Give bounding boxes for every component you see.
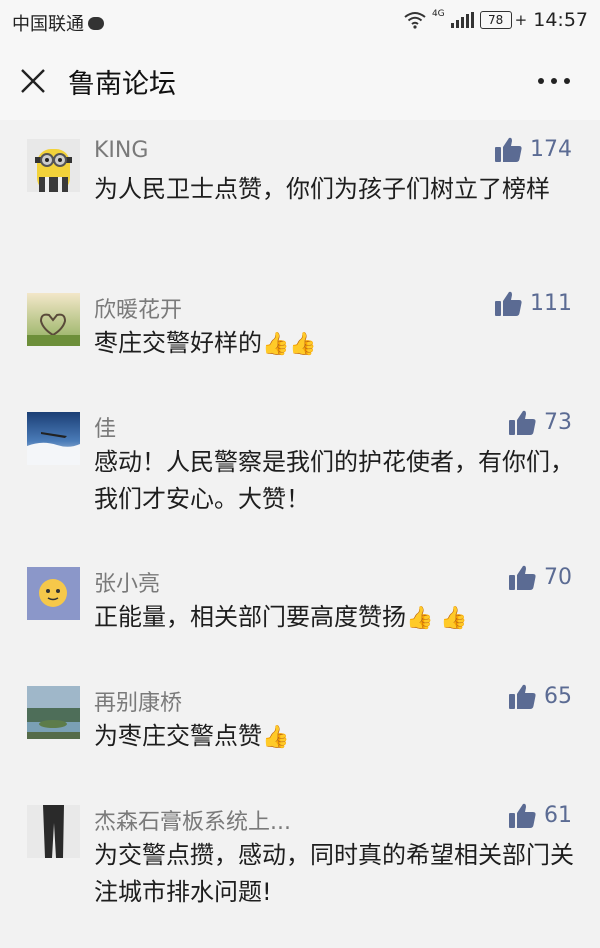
comment-text: 为枣庄交警点赞👍 bbox=[94, 718, 574, 756]
like-count: 61 bbox=[544, 803, 572, 828]
comment-text: 枣庄交警好样的👍👍 bbox=[94, 325, 574, 363]
comment-text: 感动！人民警察是我们的护花使者，有你们，我们才安心。大赞！ bbox=[94, 444, 574, 519]
avatar[interactable] bbox=[27, 567, 80, 620]
like-count: 70 bbox=[544, 565, 572, 590]
carrier-label: 中国联通 bbox=[12, 14, 84, 35]
emoji: 👍👍 bbox=[262, 332, 317, 357]
comment-body: 正能量，相关部门要高度赞扬 bbox=[94, 603, 406, 631]
like-button[interactable]: 65 bbox=[509, 684, 572, 709]
clock: 14:57 bbox=[533, 9, 588, 31]
like-count: 73 bbox=[544, 410, 572, 435]
thumbs-up-icon bbox=[509, 565, 536, 590]
avatar[interactable] bbox=[27, 412, 80, 465]
comment-body: 为交警点攒，感动，同时真的希望相关部门关注城市排水问题! bbox=[94, 841, 574, 906]
thumbs-up-icon bbox=[509, 410, 536, 435]
comment-body: 为人民卫士点赞，你们为孩子们树立了榜样 bbox=[94, 175, 550, 203]
like-count: 65 bbox=[544, 684, 572, 709]
like-button[interactable]: 61 bbox=[509, 803, 572, 828]
comment-author[interactable]: KING bbox=[94, 138, 148, 163]
thumbs-up-icon bbox=[509, 684, 536, 709]
comment-author[interactable]: 再别康桥 bbox=[94, 685, 182, 717]
comment-body: 为枣庄交警点赞 bbox=[94, 722, 262, 750]
like-button[interactable]: 111 bbox=[495, 291, 572, 316]
avatar[interactable] bbox=[27, 686, 80, 739]
like-button[interactable]: 174 bbox=[495, 137, 572, 162]
like-button[interactable]: 70 bbox=[509, 565, 572, 590]
top-bar: 鲁南论坛 bbox=[0, 42, 600, 120]
comment-author[interactable]: 佳 bbox=[94, 411, 116, 443]
comment-text: 为交警点攒，感动，同时真的希望相关部门关注城市排水问题! bbox=[94, 837, 574, 912]
comment-text: 正能量，相关部门要高度赞扬👍 👍 bbox=[94, 599, 574, 637]
thumbs-up-icon bbox=[495, 137, 522, 162]
avatar[interactable] bbox=[27, 805, 80, 858]
emoji: 👍 bbox=[262, 725, 290, 750]
emoji: 👍 👍 bbox=[406, 606, 468, 631]
like-count: 174 bbox=[530, 137, 572, 162]
signal-icon bbox=[450, 12, 474, 28]
charging-icon: + bbox=[514, 11, 528, 29]
comment-author[interactable]: 杰森石膏板系统上... bbox=[94, 804, 291, 836]
network-type: 4G bbox=[431, 9, 445, 19]
thumbs-up-icon bbox=[495, 291, 522, 316]
wifi-icon bbox=[404, 12, 426, 29]
comment-body: 感动！人民警察是我们的护花使者，有你们，我们才安心。大赞！ bbox=[94, 448, 574, 513]
comment-author[interactable]: 欣暖花开 bbox=[94, 292, 182, 324]
comment-body: 枣庄交警好样的 bbox=[94, 329, 262, 357]
thumbs-up-icon bbox=[509, 803, 536, 828]
carrier: 中国联通 bbox=[12, 10, 104, 36]
avatar[interactable] bbox=[27, 139, 80, 192]
status-bar: 中国联通 4G 78 + 14:57 bbox=[0, 0, 600, 42]
like-button[interactable]: 73 bbox=[509, 410, 572, 435]
status-right: 4G 78 + 14:57 bbox=[404, 9, 588, 31]
comment-text: 为人民卫士点赞，你们为孩子们树立了榜样 bbox=[94, 171, 574, 209]
close-icon[interactable] bbox=[20, 68, 46, 94]
like-count: 111 bbox=[530, 291, 572, 316]
avatar[interactable] bbox=[27, 293, 80, 346]
comment-author[interactable]: 张小亮 bbox=[94, 566, 160, 598]
more-icon[interactable] bbox=[538, 78, 570, 84]
page-title: 鲁南论坛 bbox=[68, 69, 176, 100]
battery-icon: 78 bbox=[479, 11, 512, 29]
message-icon bbox=[88, 16, 104, 30]
